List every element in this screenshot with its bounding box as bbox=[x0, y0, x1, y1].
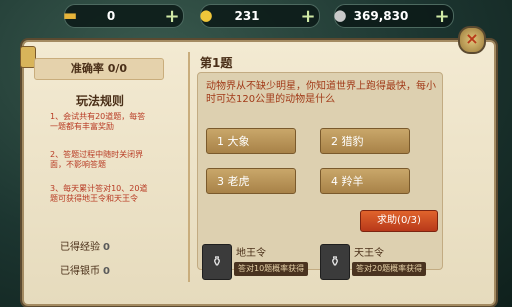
reward-desc: 答对10题概率获得 bbox=[234, 262, 309, 276]
answer-option-4[interactable]: 4 羚羊 bbox=[320, 168, 410, 194]
reward-name: 天王令 bbox=[354, 248, 384, 259]
exp-value: 0 bbox=[103, 242, 110, 253]
silver-label: 已得银币 bbox=[60, 266, 100, 277]
accuracy-label: 准确率 0/0 bbox=[34, 58, 164, 80]
rule-item: 3、每天累计答对10、20道题可获得地王令和天王令 bbox=[50, 184, 148, 203]
question-text: 动物界从不缺少明星，你知道世界上跑得最快，每小时可达120公里的动物是什么 bbox=[206, 81, 436, 105]
answer-option-3[interactable]: 3 老虎 bbox=[206, 168, 296, 194]
silver-value: 0 bbox=[103, 266, 110, 277]
currency-ingot: ▬ 0 + bbox=[63, 4, 184, 28]
currency-silver: ● 369,830 + bbox=[333, 4, 454, 28]
rule-item: 2、答题过程中随时关闭界面，不影响答题 bbox=[50, 150, 144, 169]
add-ingot-button[interactable]: + bbox=[163, 6, 181, 27]
earth-token-icon[interactable]: ⚱ bbox=[202, 244, 232, 280]
help-button[interactable]: 求助(0/3) bbox=[360, 210, 438, 232]
answer-option-2[interactable]: 2 猎豹 bbox=[320, 128, 410, 154]
silver-amount: 369,830 bbox=[353, 9, 409, 23]
reward-heaven-token: ⚱ 天王令 答对20题概率获得 bbox=[320, 240, 450, 284]
add-silver-button[interactable]: + bbox=[433, 6, 451, 27]
reward-desc: 答对20题概率获得 bbox=[352, 262, 427, 276]
rule-item: 1、会试共有20道题，每答一题都有丰富奖励 bbox=[50, 112, 146, 131]
exp-label: 已得经验 bbox=[60, 242, 100, 253]
currency-gold: ● 231 + bbox=[199, 4, 320, 28]
divider bbox=[188, 52, 190, 282]
gold-amount: 231 bbox=[234, 9, 260, 23]
reward-name: 地王令 bbox=[236, 248, 266, 259]
close-button[interactable]: × bbox=[458, 26, 486, 54]
exp-stat: 已得经验 0 bbox=[60, 238, 110, 253]
question-number: 第1题 bbox=[200, 56, 233, 70]
answer-option-1[interactable]: 1 大象 bbox=[206, 128, 296, 154]
heaven-token-icon[interactable]: ⚱ bbox=[320, 244, 350, 280]
ingot-amount: 0 bbox=[106, 9, 116, 23]
reward-earth-token: ⚱ 地王令 答对10题概率获得 bbox=[202, 240, 332, 284]
rules-title: 玩法规则 bbox=[75, 94, 124, 108]
add-gold-button[interactable]: + bbox=[299, 6, 317, 27]
silver-stat: 已得银币 0 bbox=[60, 262, 110, 277]
